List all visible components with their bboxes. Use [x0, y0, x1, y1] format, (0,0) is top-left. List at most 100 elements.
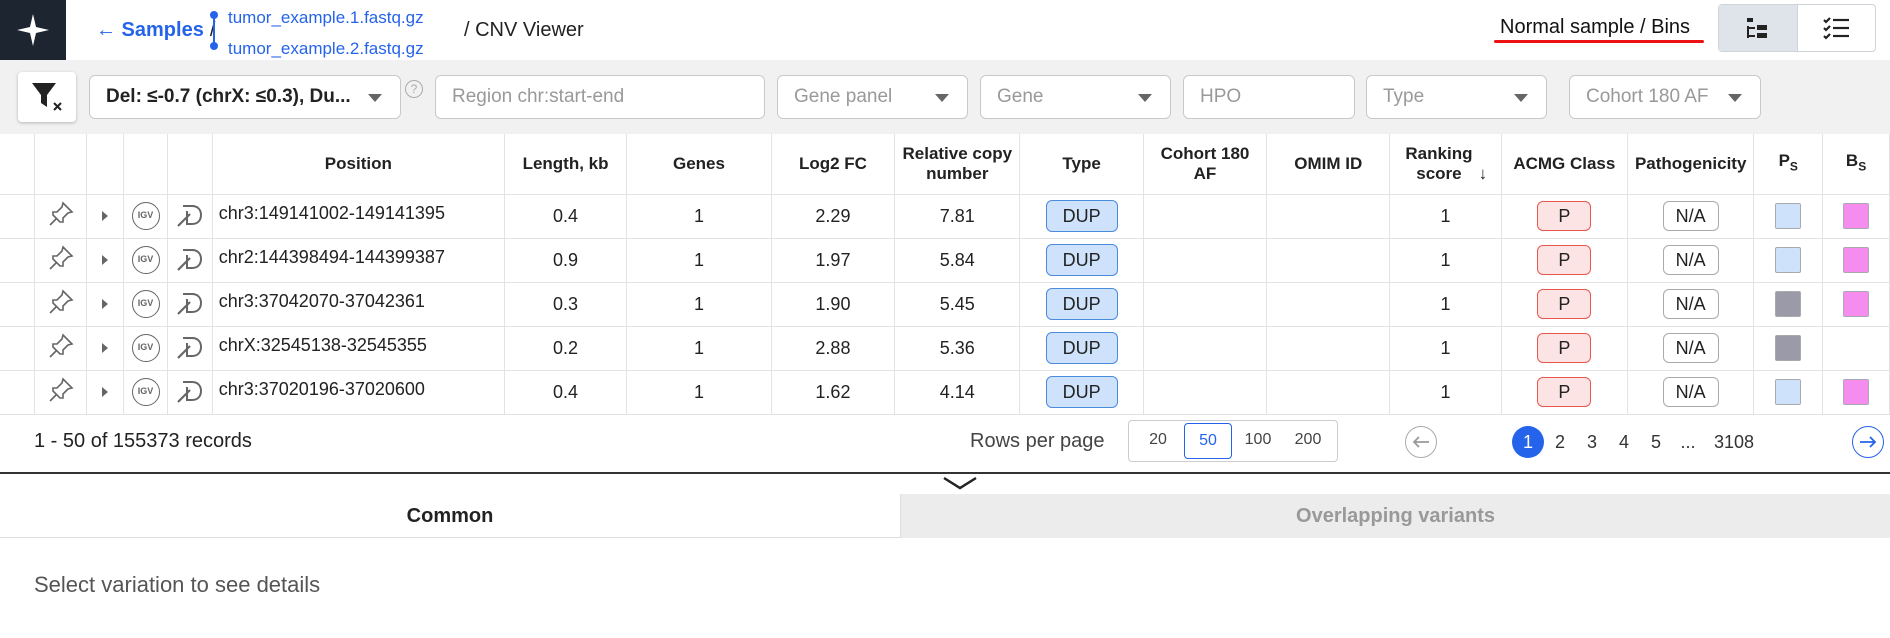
pathogenicity-badge[interactable]: N/A — [1662, 201, 1719, 231]
igv-button[interactable]: IGV — [123, 238, 169, 283]
cell-relative-copy-number: 7.81 — [894, 194, 1021, 239]
bs-indicator — [1843, 247, 1870, 273]
region-input[interactable]: Region chr:start-end — [435, 75, 765, 119]
tab-common[interactable]: Common — [0, 494, 900, 538]
expand-button[interactable] — [86, 370, 124, 415]
pathogenicity-badge[interactable]: N/A — [1662, 245, 1719, 275]
help-icon[interactable]: ? — [405, 80, 423, 98]
collapse-panel-button[interactable] — [942, 474, 978, 494]
clear-filters-button[interactable] — [18, 72, 76, 122]
cell-pathogenicity: N/A — [1627, 238, 1755, 283]
acmg-badge[interactable]: P — [1537, 333, 1592, 363]
page-ellipsis[interactable]: ... — [1672, 426, 1704, 458]
cell-cohort-af — [1143, 238, 1268, 283]
table-row[interactable]: IGV chrX:32545138-32545355 0.2 1 2.88 5.36 DUP… — [0, 326, 1890, 371]
cell-omim-id — [1266, 194, 1391, 239]
col-ps[interactable]: PS — [1753, 134, 1824, 195]
breadcrumb: ← Samples / — [96, 0, 215, 60]
varsome-button[interactable] — [167, 326, 213, 371]
rows-option-20[interactable]: 20 — [1134, 423, 1182, 459]
col-cohort-af[interactable]: Cohort 180 AF — [1143, 134, 1268, 195]
table-row[interactable]: IGV chr3:37042070-37042361 0.3 1 1.90 5.45 DUP… — [0, 282, 1890, 327]
rows-option-50[interactable]: 50 — [1184, 423, 1232, 459]
page-2[interactable]: 2 — [1544, 426, 1576, 458]
cell-genes: 1 — [626, 238, 772, 283]
col-acmg-class[interactable]: ACMG Class — [1501, 134, 1629, 195]
cohort-select[interactable]: Cohort 180 AF — [1569, 75, 1761, 119]
acmg-badge[interactable]: P — [1537, 201, 1592, 231]
varsome-button[interactable] — [167, 238, 213, 283]
col-pathogenicity[interactable]: Pathogenicity — [1627, 134, 1755, 195]
table-row[interactable]: IGV chr3:149141002-149141395 0.4 1 2.29 7.81 D… — [0, 194, 1890, 239]
pathogenicity-badge[interactable]: N/A — [1662, 333, 1719, 363]
sample-title-underline — [1494, 40, 1704, 43]
gene-panel-select[interactable]: Gene panel — [777, 75, 968, 119]
page-1[interactable]: 1 — [1512, 426, 1544, 458]
table-row[interactable]: IGV chr2:144398494-144399387 0.9 1 1.97 5.84 D… — [0, 238, 1890, 283]
acmg-badge[interactable]: P — [1537, 289, 1592, 319]
pin-button[interactable] — [34, 326, 88, 371]
varsome-button[interactable] — [167, 194, 213, 239]
col-genes[interactable]: Genes — [626, 134, 772, 195]
page-4[interactable]: 4 — [1608, 426, 1640, 458]
acmg-badge[interactable]: P — [1537, 245, 1592, 275]
pin-button[interactable] — [34, 370, 88, 415]
bs-indicator — [1843, 379, 1870, 405]
cell-ranking-score: 1 — [1389, 238, 1502, 283]
acmg-badge[interactable]: P — [1537, 377, 1592, 407]
igv-button[interactable]: IGV — [123, 194, 169, 239]
page-5[interactable]: 5 — [1640, 426, 1672, 458]
tree-view-button[interactable] — [1719, 5, 1798, 51]
page-last[interactable]: 3108 — [1704, 426, 1764, 458]
pathogenicity-badge[interactable]: N/A — [1662, 377, 1719, 407]
expand-button[interactable] — [86, 326, 124, 371]
igv-button[interactable]: IGV — [123, 326, 169, 371]
cell-type: DUP — [1019, 370, 1144, 415]
cell-relative-copy-number: 5.45 — [894, 282, 1021, 327]
back-to-samples-link[interactable]: ← Samples — [96, 19, 204, 42]
gene-select[interactable]: Gene — [980, 75, 1171, 119]
varsome-button[interactable] — [167, 370, 213, 415]
col-position[interactable]: Position — [212, 134, 505, 195]
table-row[interactable]: IGV chr3:37020196-37020600 0.4 1 1.62 4.14 DUP… — [0, 370, 1890, 415]
pathogenicity-badge[interactable]: N/A — [1662, 289, 1719, 319]
expand-button[interactable] — [86, 238, 124, 283]
igv-icon: IGV — [131, 246, 160, 274]
page-3[interactable]: 3 — [1576, 426, 1608, 458]
chevron-right-icon — [100, 382, 110, 402]
cell-acmg-class: P — [1501, 238, 1629, 283]
pin-button[interactable] — [34, 282, 88, 327]
next-page-button[interactable] — [1852, 426, 1884, 458]
expand-button[interactable] — [86, 194, 124, 239]
list-view-button[interactable] — [1798, 5, 1876, 51]
app-logo[interactable] — [0, 0, 66, 60]
col-ranking-score[interactable]: Ranking score ↓ — [1389, 134, 1502, 195]
col-length[interactable]: Length, kb — [504, 134, 628, 195]
prev-page-button[interactable] — [1405, 426, 1437, 458]
file-link-1[interactable]: tumor_example.1.fastq.gz — [228, 2, 424, 33]
col-type[interactable]: Type — [1019, 134, 1144, 195]
type-select[interactable]: Type — [1366, 75, 1547, 119]
igv-icon: IGV — [131, 378, 160, 406]
tab-overlapping-variants[interactable]: Overlapping variants — [900, 494, 1890, 538]
star-logo-icon — [17, 14, 49, 46]
deletion-filter-select[interactable]: Del: ≤-0.7 (chrX: ≤0.3), Du... — [89, 75, 401, 119]
sample-mode-title[interactable]: Normal sample / Bins — [1500, 16, 1690, 39]
ps-indicator — [1775, 335, 1802, 361]
col-bs[interactable]: BS — [1822, 134, 1890, 195]
expand-button[interactable] — [86, 282, 124, 327]
igv-button[interactable]: IGV — [123, 282, 169, 327]
col-relative-copy-number[interactable]: Relative copy number — [894, 134, 1021, 195]
igv-button[interactable]: IGV — [123, 370, 169, 415]
pin-button[interactable] — [34, 194, 88, 239]
col-omim-id[interactable]: OMIM ID — [1266, 134, 1391, 195]
rows-option-100[interactable]: 100 — [1234, 423, 1282, 459]
col-log2fc[interactable]: Log2 FC — [771, 134, 896, 195]
hpo-input[interactable]: HPO — [1183, 75, 1355, 119]
rows-option-200[interactable]: 200 — [1284, 423, 1332, 459]
varsome-button[interactable] — [167, 282, 213, 327]
chevron-down-icon — [1728, 94, 1742, 102]
cell-bs — [1822, 282, 1890, 327]
chevron-right-icon — [100, 250, 110, 270]
pin-button[interactable] — [34, 238, 88, 283]
